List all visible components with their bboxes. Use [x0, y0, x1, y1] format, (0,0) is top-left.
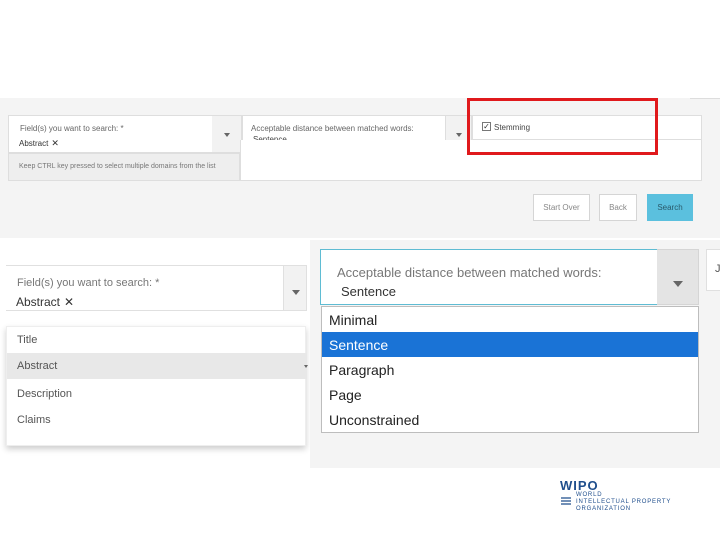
logo-line-1: WORLD [576, 492, 603, 498]
distance-select-large[interactable]: Acceptable distance between matched word… [320, 249, 658, 305]
fields-chip-label: Abstract [19, 139, 49, 148]
distance-options-list[interactable]: Minimal Sentence Paragraph Page Unconstr… [321, 306, 699, 433]
distance-option-sentence[interactable]: Sentence [322, 332, 698, 357]
chip-remove-icon[interactable]: ✕ [64, 295, 74, 309]
chip-remove-icon[interactable]: ✕ [51, 138, 59, 149]
logo-name: WIPO [560, 478, 599, 493]
distance-value-large: Sentence [341, 284, 396, 299]
help-text: Keep CTRL key pressed to select multiple… [19, 163, 216, 170]
next-field-glyph: J [715, 263, 720, 275]
start-over-button[interactable]: Start Over [533, 194, 590, 221]
fields-select-large-toggle[interactable] [283, 265, 307, 311]
scroll-caret-icon [304, 365, 308, 368]
fields-label-large: Field(s) you want to search: * [17, 277, 160, 289]
fields-label: Field(s) you want to search: * [20, 124, 124, 133]
fields-select-large[interactable]: Field(s) you want to search: * Abstract … [6, 265, 286, 311]
wipo-logo: WIPO WORLD INTELLECTUAL PROPERTY ORGANIZ… [560, 478, 700, 518]
caret-down-icon [224, 133, 230, 137]
search-button[interactable]: Search [647, 194, 693, 221]
fields-options-list[interactable]: Title Abstract Description Claims [6, 326, 308, 446]
fields-select-toggle[interactable] [212, 115, 242, 153]
divider [690, 98, 720, 99]
distance-option-unconstrained[interactable]: Unconstrained [322, 407, 698, 432]
fields-chip-large-label: Abstract [16, 295, 61, 309]
caret-down-icon [673, 281, 683, 287]
fields-chip[interactable]: Abstract ✕ [19, 138, 59, 149]
back-button[interactable]: Back [599, 194, 637, 221]
distance-option-minimal[interactable]: Minimal [322, 307, 698, 332]
fields-option-description[interactable]: Description [7, 381, 307, 407]
distance-option-page[interactable]: Page [322, 382, 698, 407]
fields-option-title[interactable]: Title [7, 327, 307, 353]
fields-option-claims[interactable]: Claims [7, 407, 307, 433]
caret-down-icon [292, 290, 300, 295]
distance-select-large-toggle[interactable] [657, 249, 699, 305]
fields-option-abstract[interactable]: Abstract [7, 353, 307, 379]
fields-select[interactable]: Field(s) you want to search: * Abstract … [8, 115, 240, 153]
fields-chip-large[interactable]: Abstract ✕ [16, 295, 74, 309]
caret-down-icon [456, 133, 462, 137]
highlight-frame [467, 98, 658, 155]
logo-line-2: INTELLECTUAL PROPERTY [576, 499, 672, 505]
logo-text: WORLD INTELLECTUAL PROPERTY ORGANIZATION [576, 492, 671, 513]
distance-label: Acceptable distance between matched word… [251, 124, 414, 133]
next-field-edge: J [706, 249, 720, 291]
logo-emblem-icon [560, 495, 572, 507]
distance-option-paragraph[interactable]: Paragraph [322, 357, 698, 382]
distance-label-large: Acceptable distance between matched word… [337, 265, 602, 280]
logo-line-3: ORGANIZATION [576, 506, 631, 512]
help-text-box: Keep CTRL key pressed to select multiple… [8, 153, 240, 181]
